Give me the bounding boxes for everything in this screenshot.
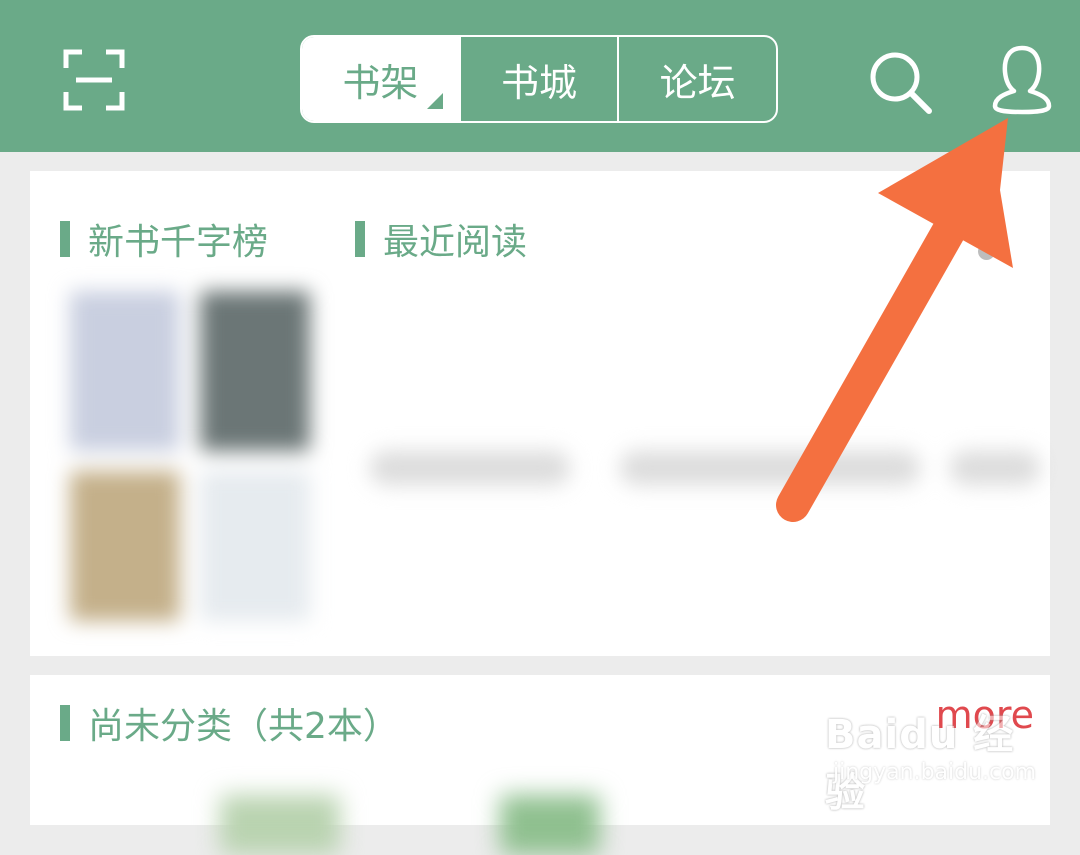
blurred-text: [950, 451, 1040, 485]
book-cover[interactable]: [500, 795, 600, 855]
book-cover[interactable]: [200, 471, 310, 621]
scan-icon[interactable]: [62, 48, 126, 112]
tab-forum-label: 论坛: [659, 60, 736, 105]
tab-bookstore[interactable]: 书城: [458, 37, 618, 121]
recent-reading-label: 最近阅读: [383, 222, 528, 263]
tab-forum[interactable]: 论坛: [617, 37, 776, 121]
top-bar: 书架 书城 论坛: [0, 0, 1080, 152]
uncategorized-title-label: 尚未分类（共2本）: [88, 706, 399, 747]
watermark: Baidu 经验 jingyan.baidu.com: [825, 690, 1055, 816]
section-marker: [355, 221, 365, 257]
book-cover[interactable]: [220, 795, 340, 855]
book-cover[interactable]: [200, 291, 310, 451]
tab-bookshelf[interactable]: 书架: [302, 37, 459, 121]
tab-recent-reading[interactable]: 最近阅读: [355, 213, 527, 265]
tab-bookstore-label: 书城: [501, 60, 578, 105]
book-cover[interactable]: [70, 471, 180, 621]
recent-reading-card: 新书千字榜 最近阅读: [30, 171, 1050, 656]
watermark-url: jingyan.baidu.com: [833, 760, 1037, 785]
main-tabs: 书架 书城 论坛: [300, 35, 778, 123]
tab-new-books-rank[interactable]: 新书千字榜: [60, 213, 268, 265]
search-icon[interactable]: [866, 48, 934, 116]
section-marker: [60, 221, 70, 257]
new-books-rank-label: 新书千字榜: [88, 222, 269, 263]
more-options-icon[interactable]: [975, 199, 997, 265]
uncategorized-title: 尚未分类（共2本）: [60, 697, 399, 749]
tab-bookshelf-label: 书架: [342, 60, 419, 105]
dropdown-corner-icon: [426, 93, 443, 109]
blurred-text: [620, 451, 920, 485]
book-cover[interactable]: [70, 291, 180, 451]
user-icon[interactable]: [990, 44, 1054, 116]
blurred-text: [370, 451, 570, 485]
section-marker: [60, 705, 70, 741]
blurred-book-list: [60, 281, 1050, 631]
